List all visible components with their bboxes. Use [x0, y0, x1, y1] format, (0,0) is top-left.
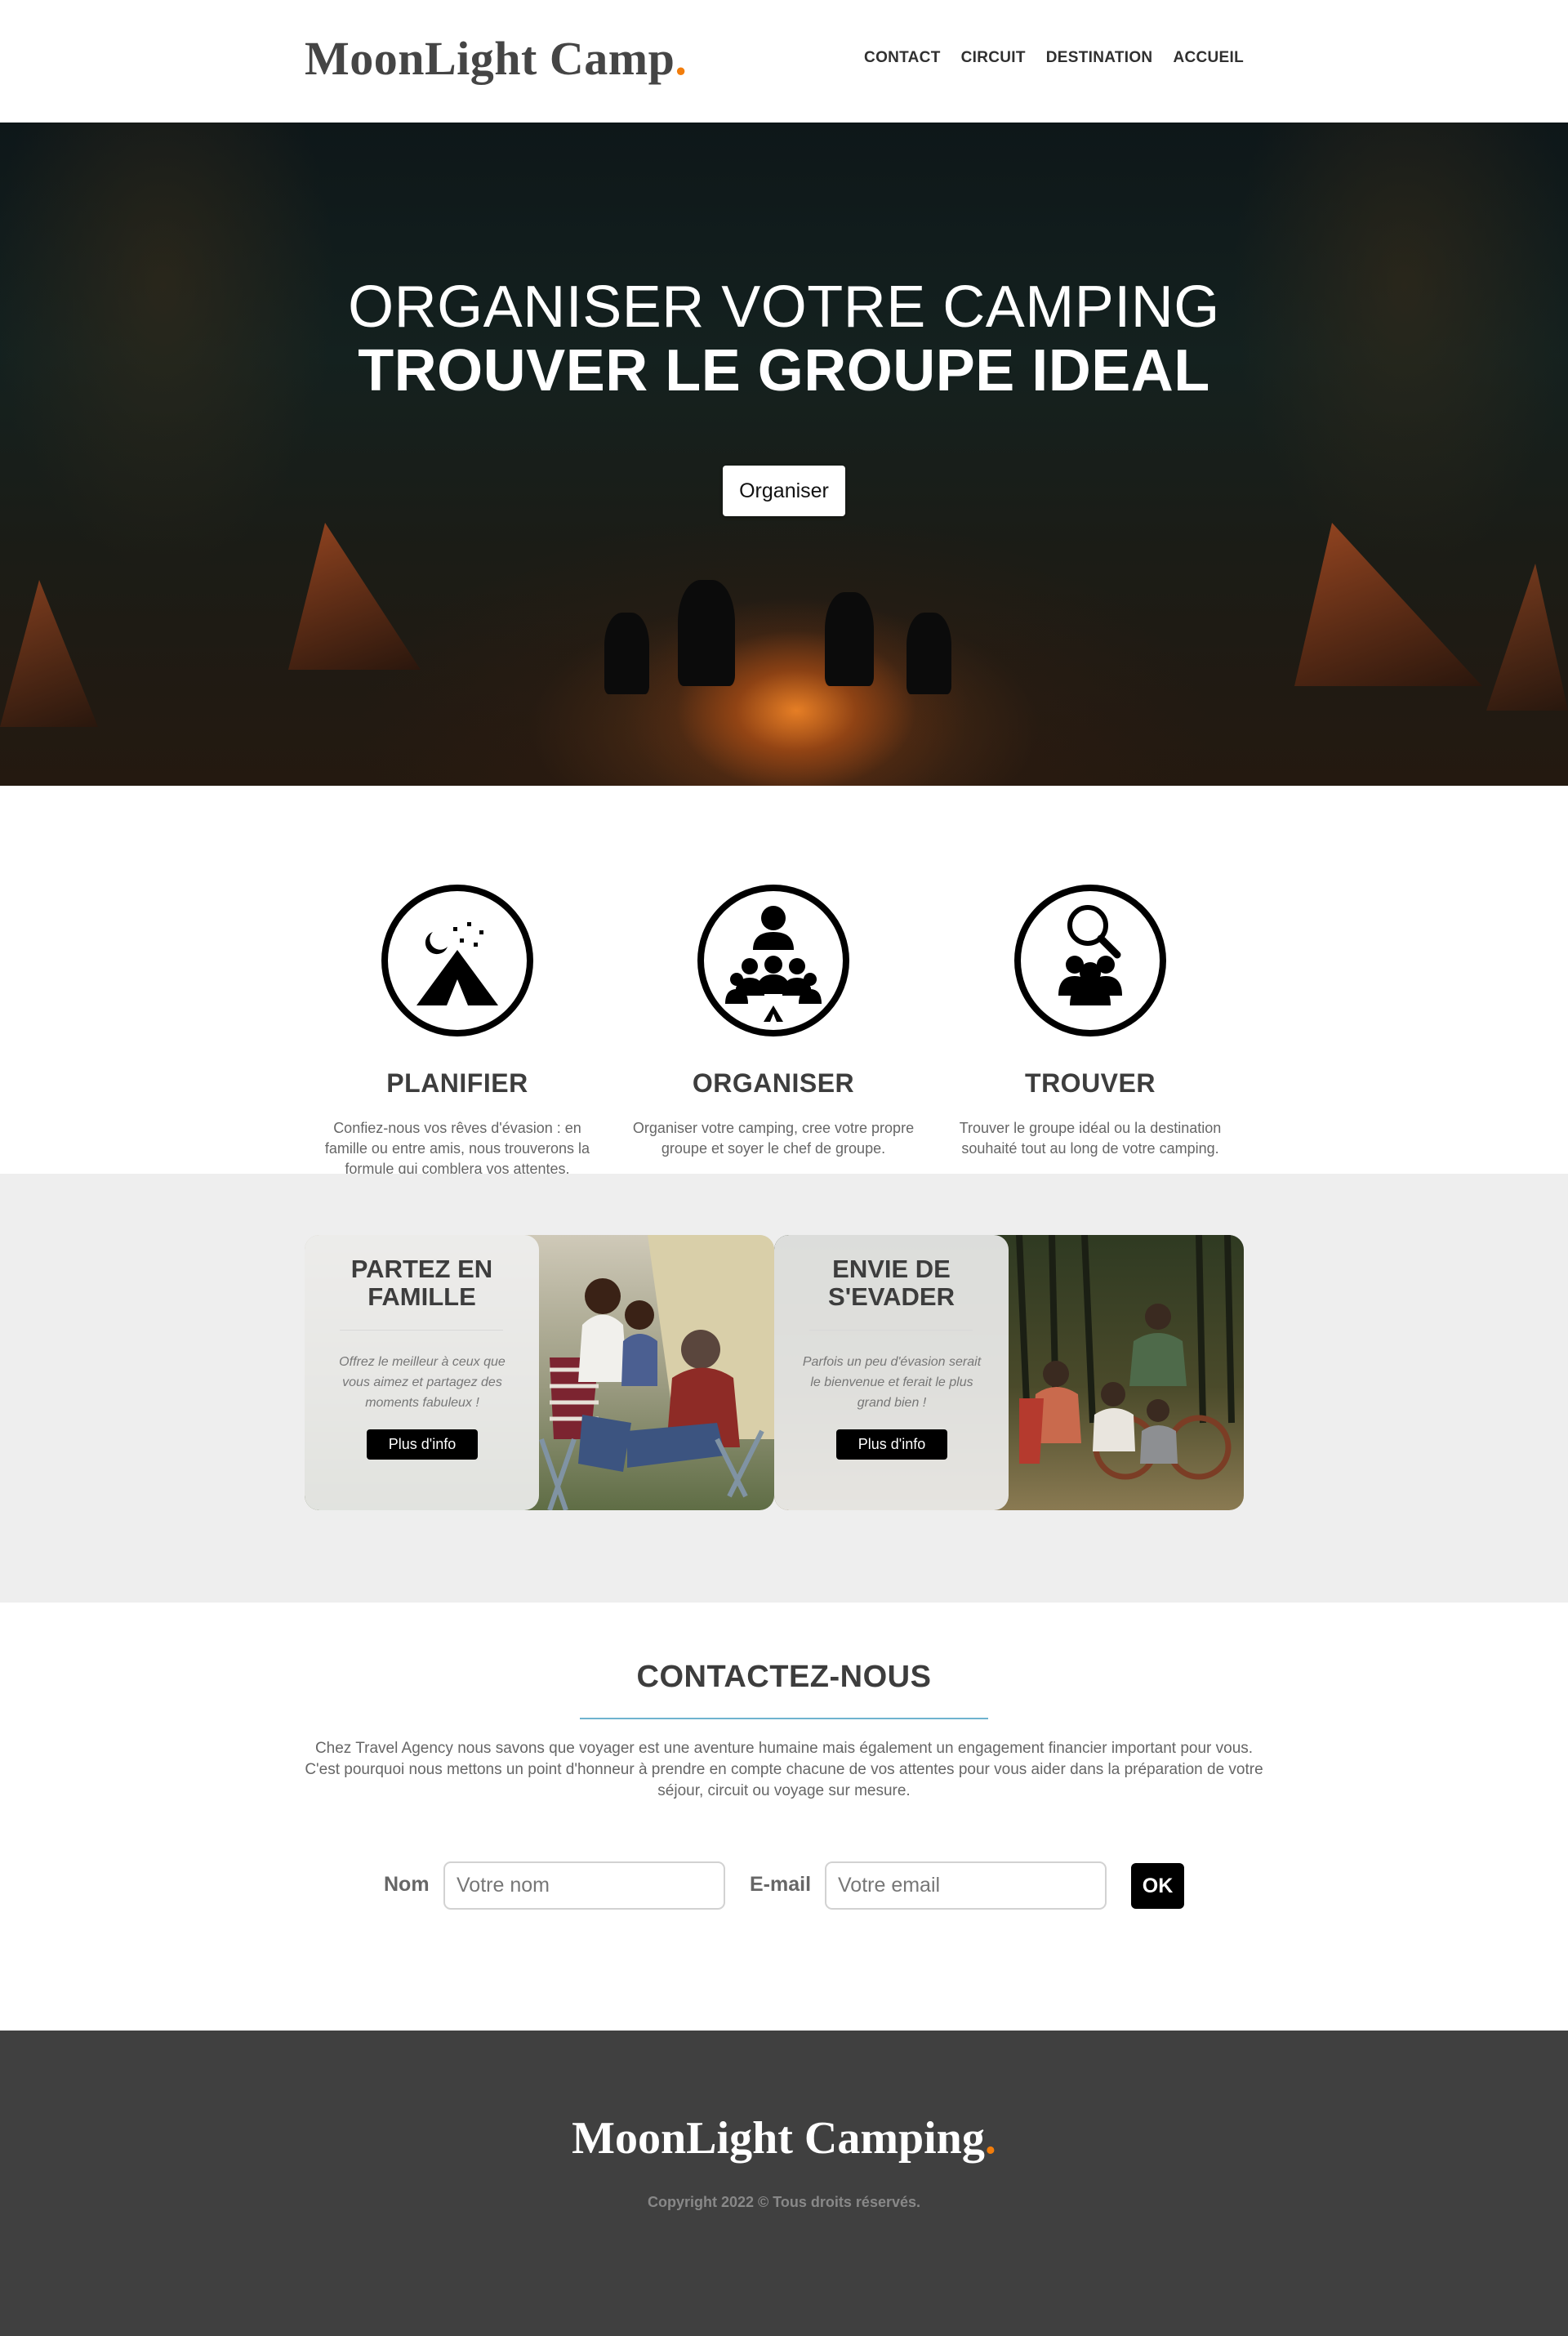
footer-logo: MoonLight Camping. [572, 2113, 996, 2164]
feature-title: TROUVER [1025, 1068, 1156, 1098]
offer-card-title: ENVIE DE S'EVADER [828, 1255, 955, 1311]
feature-title: ORGANISER [692, 1068, 855, 1098]
contact-description: Chez Travel Agency nous savons que voyag… [305, 1740, 1263, 1799]
hero-silhouette [906, 613, 951, 694]
search-group-icon [1014, 885, 1166, 1036]
hero-silhouette [825, 592, 874, 686]
nav-link-circuit[interactable]: CIRCUIT [961, 49, 1026, 67]
contact-divider [580, 1718, 988, 1719]
offer-card-text: Parfois un peu d'évasion serait le bienv… [802, 1355, 982, 1410]
submit-button[interactable]: OK [1131, 1863, 1184, 1909]
site-header: MoonLight Camp. CONTACT CIRCUIT DESTINAT… [0, 0, 1568, 123]
copyright-text: Copyright 2022 © Tous droits réservés. [647, 2194, 921, 2210]
offer-card-divider [809, 1330, 973, 1331]
name-label: Nom [384, 1873, 430, 1896]
name-input[interactable] [443, 1861, 725, 1910]
hero-banner: ORGANISER VOTRE CAMPING TROUVER LE GROUP… [0, 123, 1568, 786]
hero-silhouette [678, 580, 735, 686]
offer-card-panel: PARTEZ EN FAMILLE Offrez le meilleur à c… [305, 1235, 539, 1510]
hero-silhouette [604, 613, 649, 694]
group-leader-icon [697, 885, 849, 1036]
offer-card-divider [340, 1330, 503, 1331]
hero-forest-right [947, 123, 1568, 786]
offer-card-title: PARTEZ EN FAMILLE [350, 1255, 493, 1311]
email-input[interactable] [825, 1861, 1107, 1910]
feature-title: PLANIFIER [386, 1068, 528, 1098]
main-nav: CONTACT CIRCUIT DESTINATION ACCUEIL [864, 49, 1244, 67]
organiser-button[interactable]: Organiser [723, 466, 845, 516]
site-logo[interactable]: MoonLight Camp. [305, 31, 687, 86]
tent-moon-icon [381, 885, 533, 1036]
site-footer: MoonLight Camping. Copyright 2022 © Tous… [0, 2031, 1568, 2336]
email-label: E-mail [750, 1873, 812, 1896]
offer-card-family: PARTEZ EN FAMILLE Offrez le meilleur à c… [305, 1235, 774, 1510]
offer-card-text: Offrez le meilleur à ceux que vous aimez… [339, 1355, 506, 1410]
offer-card-panel: ENVIE DE S'EVADER Parfois un peu d'évasi… [774, 1235, 1009, 1510]
contact-title: CONTACTEZ-NOUS [636, 1660, 932, 1694]
offer-card-evasion: ENVIE DE S'EVADER Parfois un peu d'évasi… [774, 1235, 1244, 1510]
hero-forest-left [0, 123, 621, 786]
feature-text: Confiez-nous vos rêves d'évasion : en fa… [324, 1120, 590, 1177]
feature-text: Trouver le groupe idéal ou la destinatio… [959, 1120, 1222, 1157]
plus-info-button[interactable]: Plus d'info [836, 1429, 947, 1460]
nav-link-accueil[interactable]: ACCUEIL [1173, 49, 1244, 67]
plus-info-button[interactable]: Plus d'info [367, 1429, 478, 1460]
hero-title: ORGANISER VOTRE CAMPING [348, 274, 1220, 340]
nav-link-destination[interactable]: DESTINATION [1046, 49, 1153, 67]
feature-text: Organiser votre camping, cree votre prop… [632, 1120, 915, 1157]
hero-subtitle: TROUVER LE GROUPE IDEAL [358, 338, 1210, 403]
nav-link-contact[interactable]: CONTACT [864, 49, 941, 67]
